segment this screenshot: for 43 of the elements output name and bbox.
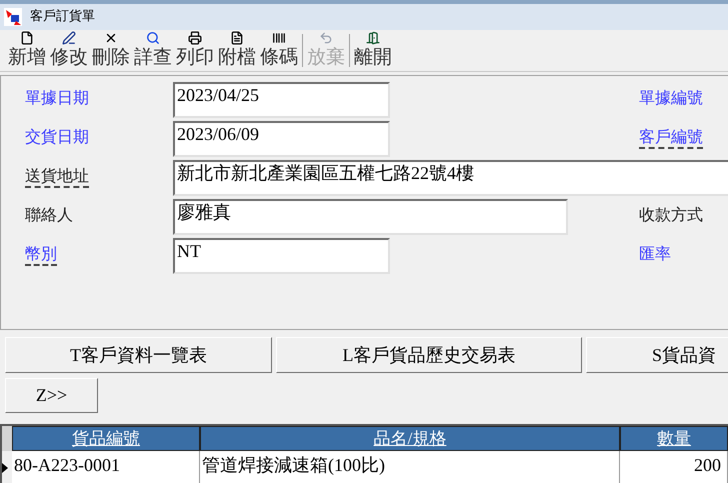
- document-icon: [230, 31, 244, 45]
- tab-button[interactable]: S貨品資: [586, 337, 728, 373]
- table-cell: 管道焊接減速箱(100比): [200, 451, 620, 483]
- tab-button[interactable]: T客戶資料一覽表: [5, 337, 272, 373]
- column-header[interactable]: 品名/規格: [200, 426, 620, 451]
- more-button[interactable]: Z>>: [5, 378, 98, 413]
- field-label[interactable]: 交貨日期: [25, 129, 89, 146]
- tab-button[interactable]: L客戶貨品歷史交易表: [276, 337, 582, 373]
- text-field[interactable]: 廖雅真: [173, 199, 568, 235]
- text-field[interactable]: 2023/04/25: [173, 82, 390, 118]
- column-header[interactable]: 數量: [620, 426, 728, 451]
- field-label[interactable]: 匯率: [639, 246, 671, 263]
- field-label: 聯絡人: [25, 207, 73, 224]
- column-header[interactable]: 貨品編號: [12, 426, 200, 451]
- field-label: 送貨地址: [25, 168, 89, 188]
- undo-icon: [319, 31, 333, 45]
- printer-icon: [188, 31, 202, 45]
- field-label[interactable]: 單據編號: [639, 90, 703, 107]
- table-cell: 200: [620, 451, 728, 483]
- text-field[interactable]: 2023/06/09: [173, 121, 390, 157]
- close-icon: [104, 31, 118, 45]
- toolbar-button[interactable]: 離開: [352, 30, 394, 71]
- toolbar-button[interactable]: 新增: [6, 30, 48, 71]
- field-label[interactable]: 單據日期: [25, 90, 89, 107]
- field-label[interactable]: 客戶編號: [639, 129, 703, 149]
- field-label: 收款方式: [639, 207, 703, 224]
- toolbar-button[interactable]: 修改: [48, 30, 90, 71]
- toolbar-button[interactable]: 刪除: [90, 30, 132, 71]
- toolbar-button[interactable]: 條碼: [258, 30, 300, 71]
- text-field[interactable]: 新北市新北產業園區五權七路22號4樓: [173, 160, 728, 196]
- text-field[interactable]: NT: [173, 238, 390, 274]
- window-title: 客戶訂貨單: [30, 8, 95, 26]
- toolbar-button[interactable]: 附檔: [216, 30, 258, 71]
- file-icon: [20, 31, 34, 45]
- barcode-icon: [272, 31, 286, 45]
- app-logo-icon: [4, 8, 22, 26]
- search-icon: [146, 31, 160, 45]
- field-label[interactable]: 幣別: [25, 246, 57, 266]
- toolbar-button[interactable]: 詳查: [132, 30, 174, 71]
- toolbar-button[interactable]: 列印: [174, 30, 216, 71]
- door-icon: [366, 31, 380, 45]
- table-cell: 80-A223-0001: [12, 451, 200, 483]
- pen-icon: [62, 31, 76, 45]
